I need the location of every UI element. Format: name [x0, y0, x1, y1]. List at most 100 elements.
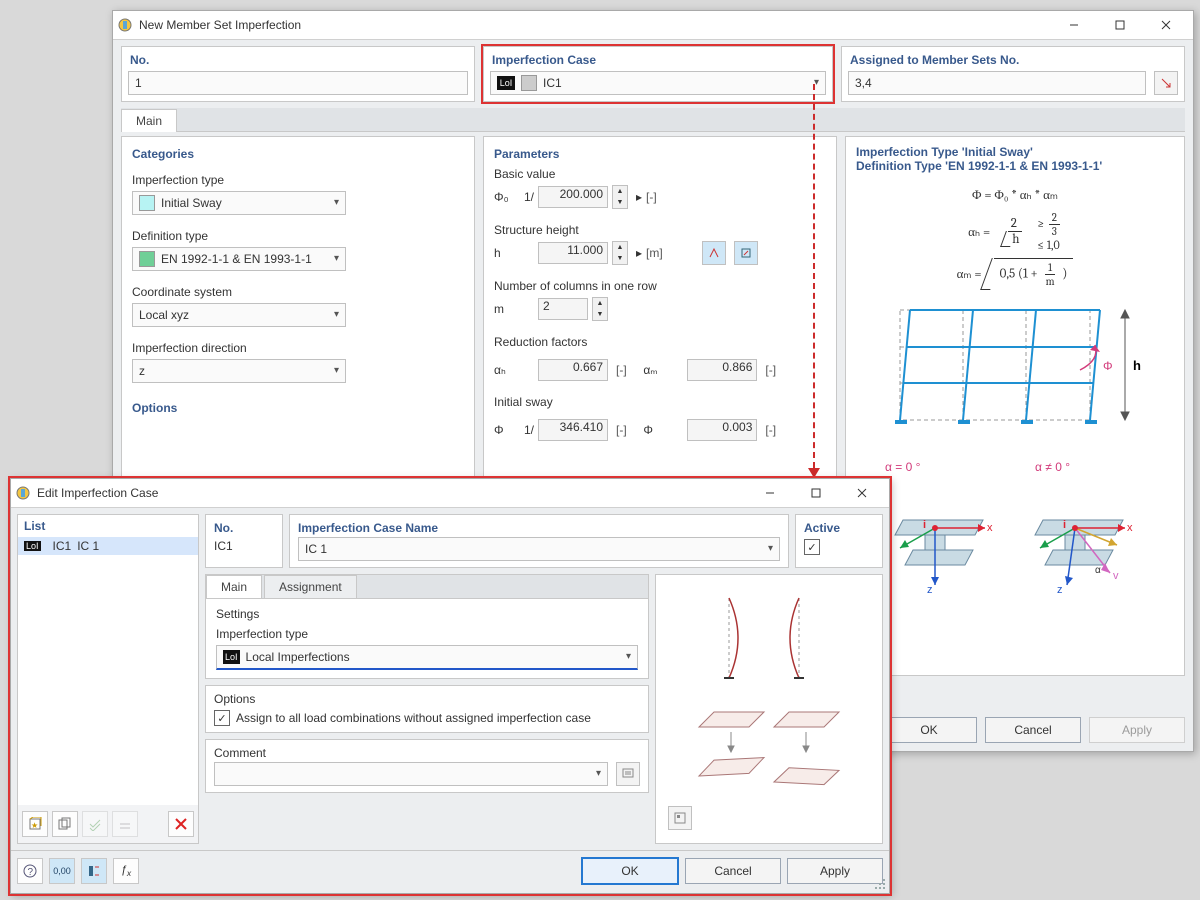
assigned-input[interactable]: 3,4: [848, 71, 1146, 95]
ok-button[interactable]: OK: [581, 857, 679, 885]
apply-button[interactable]: Apply: [1089, 717, 1185, 743]
no-panel: No. IC1: [205, 514, 283, 568]
checkall-icon[interactable]: [82, 811, 108, 837]
resize-grip-icon[interactable]: [875, 879, 887, 891]
m-input[interactable]: 2: [538, 298, 588, 320]
no-label: No.: [214, 521, 274, 535]
info-line1: Imperfection Type 'Initial Sway': [856, 145, 1033, 159]
h-input[interactable]: 11.000: [538, 242, 608, 264]
app-icon: [117, 17, 133, 33]
one-over-label: 1/: [524, 190, 534, 204]
imperfection-type-dropdown[interactable]: LoI Local Imperfections ▾: [216, 645, 638, 670]
copy-item-icon[interactable]: [52, 811, 78, 837]
def-swatch-icon: [139, 251, 155, 267]
info-panel: Imperfection Type 'Initial Sway' Definit…: [845, 136, 1185, 676]
ah-unit: [-]: [616, 363, 640, 377]
comment-header: Comment: [214, 746, 640, 760]
list-item[interactable]: LoI IC1 IC 1: [18, 537, 198, 555]
no-input[interactable]: 1: [128, 71, 468, 95]
svg-text:v: v: [1113, 570, 1119, 582]
phi0-spinner[interactable]: ▲▼: [612, 185, 628, 209]
imperfection-direction-label: Imperfection direction: [132, 341, 464, 355]
tab-main[interactable]: Main: [206, 575, 262, 598]
ok-button[interactable]: OK: [881, 717, 977, 743]
imperfection-type-label: Imperfection type: [132, 173, 464, 187]
pick-members-icon[interactable]: [1154, 71, 1178, 95]
list-panel: List LoI IC1 IC 1 ★: [17, 514, 199, 844]
list-item-name: IC 1: [77, 539, 99, 553]
chevron-down-icon: ▾: [334, 360, 339, 382]
assigned-box: Assigned to Member Sets No. 3,4: [841, 46, 1185, 102]
info-line2: Definition Type 'EN 1992-1-1 & EN 1993-1…: [856, 159, 1102, 173]
maximize-button[interactable]: [1097, 11, 1143, 39]
minimize-button[interactable]: [1051, 11, 1097, 39]
comment-edit-icon[interactable]: [616, 762, 640, 786]
close-button[interactable]: [839, 479, 885, 507]
assign-all-checkbox[interactable]: [214, 710, 230, 726]
cancel-button[interactable]: Cancel: [685, 858, 781, 884]
definition-type-dropdown[interactable]: EN 1992-1-1 & EN 1993-1-1 ▾: [132, 247, 346, 271]
close-button[interactable]: [1143, 11, 1189, 39]
function-icon[interactable]: ƒx: [113, 858, 139, 884]
imperfection-type-dropdown[interactable]: Initial Sway ▾: [132, 191, 346, 215]
phi-symbol2: Φ: [643, 423, 669, 437]
illustration-panel: [655, 574, 883, 844]
chevron-down-icon: ▾: [334, 248, 339, 270]
name-value: IC 1: [305, 538, 327, 560]
comment-dropdown[interactable]: ▾: [214, 762, 608, 786]
alpha0-label: α = 0 °: [885, 460, 920, 474]
h-spinner[interactable]: ▲▼: [612, 241, 628, 265]
svg-text:z: z: [1057, 584, 1063, 595]
illustration-select-icon[interactable]: [668, 806, 692, 830]
chevron-down-icon: ▾: [334, 304, 339, 326]
svg-text:i: i: [1063, 519, 1066, 531]
sketch-icon[interactable]: [81, 858, 107, 884]
phi-inv-input: 346.410: [538, 419, 608, 441]
tab-main[interactable]: Main: [121, 109, 177, 132]
coordinate-system-label: Coordinate system: [132, 285, 464, 299]
pick-height-2x-icon[interactable]: [702, 241, 726, 265]
ncols-row: m 1/ 2 ▲▼: [494, 297, 608, 321]
settings-header: Settings: [216, 607, 638, 621]
imperfection-type-value: Local Imperfections: [246, 646, 350, 668]
options-panel: Options Assign to all load combinations …: [205, 685, 649, 733]
apply-button[interactable]: Apply: [787, 858, 883, 884]
name-dropdown[interactable]: IC 1 ▾: [298, 537, 780, 561]
list-item-id: IC1: [53, 539, 72, 553]
ah-row: αₕ 1/ 0.667 [-]: [494, 359, 640, 381]
phi-symbol: Φ: [494, 423, 520, 437]
imperfection-case-dropdown[interactable]: LoI IC1 ▾: [490, 71, 826, 95]
app-icon: [15, 485, 31, 501]
cancel-button[interactable]: Cancel: [985, 717, 1081, 743]
coordinate-system-dropdown[interactable]: Local xyz ▾: [132, 303, 346, 327]
ncols-label: Number of columns in one row: [494, 279, 826, 293]
options-header: Options: [214, 692, 640, 706]
options-header: Options: [132, 401, 464, 415]
footer: ? 0,00 ƒx OK Cancel Apply: [11, 850, 889, 891]
imperfection-case-label: Imperfection Case: [490, 51, 826, 71]
svg-text:h: h: [1133, 358, 1141, 373]
minimize-button[interactable]: [747, 479, 793, 507]
imperfection-direction-dropdown[interactable]: z ▾: [132, 359, 346, 383]
maximize-button[interactable]: [793, 479, 839, 507]
phi-row: Φ 1/ 0.003 [-]: [643, 419, 789, 441]
assign-all-label: Assign to all load combinations without …: [236, 711, 591, 725]
formula-phi: Φ = Φ₀ * αₕ * αₘ: [856, 187, 1174, 203]
am-input: 0.866: [687, 359, 757, 381]
units-icon[interactable]: 0,00: [49, 858, 75, 884]
active-checkbox[interactable]: [804, 539, 820, 555]
new-item-icon[interactable]: ★: [22, 811, 48, 837]
phi-unit: [-]: [765, 423, 789, 437]
height-row: h 1/ 11.000 ▲▼ ▸ [m]: [494, 241, 758, 265]
phi0-input[interactable]: 200.000: [538, 186, 608, 208]
uncheckall-icon[interactable]: [112, 811, 138, 837]
tag-loi-icon: LoI: [497, 76, 515, 90]
m-spinner[interactable]: ▲▼: [592, 297, 608, 321]
chevron-down-icon: ▾: [626, 646, 631, 668]
imperfection-type-value: Initial Sway: [161, 192, 222, 214]
delete-icon[interactable]: [168, 811, 194, 837]
help-icon[interactable]: ?: [17, 858, 43, 884]
tag-loi-icon: LoI: [24, 541, 41, 551]
tab-assignment[interactable]: Assignment: [264, 575, 357, 598]
pick-height-from-icon[interactable]: [734, 241, 758, 265]
